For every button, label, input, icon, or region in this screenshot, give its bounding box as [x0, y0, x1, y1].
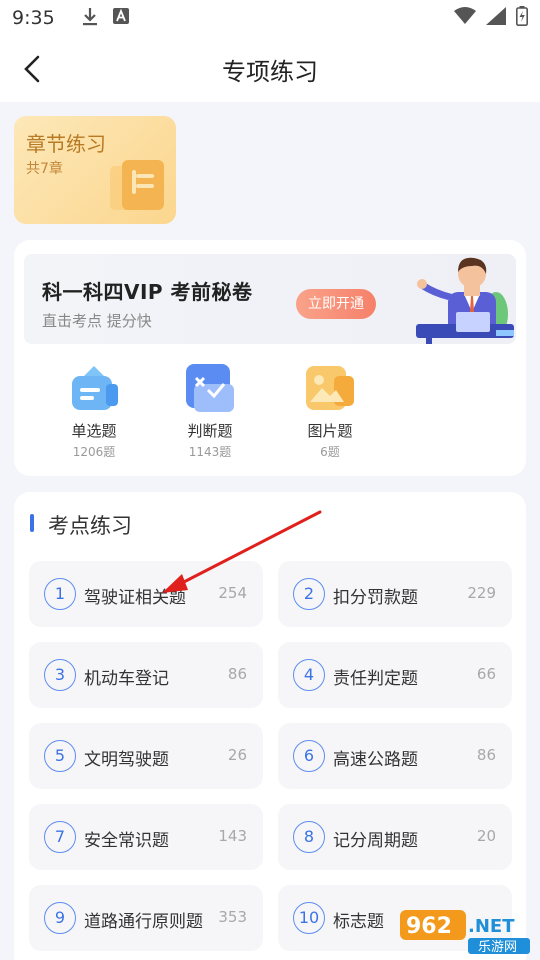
topic-number: 10 [293, 902, 325, 934]
qtype-name: 图片题 [307, 422, 353, 440]
vip-panel: 科一科四VIP 考前秘卷 直击考点 提分快 立即开通 单选题 1206题 判断题… [14, 240, 526, 476]
chapter-title: 章节练习 [26, 132, 106, 156]
topic-item[interactable]: 5 文明驾驶题 26 [29, 723, 263, 789]
topic-number: 4 [293, 659, 325, 691]
topic-count: 86 [227, 665, 247, 683]
topic-name: 安全常识题 [84, 831, 169, 851]
status-bar: 9:35 [0, 0, 540, 36]
battery-icon [516, 6, 528, 30]
topic-item[interactable]: 2 扣分罚款题 229 [278, 561, 512, 627]
topic-name: 高速公路题 [333, 750, 418, 770]
topic-number: 6 [293, 740, 325, 772]
topic-name: 标志题 [333, 912, 384, 932]
section-accent-bar [30, 514, 34, 532]
topic-item[interactable]: 1 驾驶证相关题 254 [29, 561, 263, 627]
qtype-name: 单选题 [71, 422, 117, 440]
page-title: 专项练习 [222, 58, 318, 86]
download-icon [81, 6, 99, 30]
qtype-single-choice[interactable]: 单选题 1206题 [44, 362, 144, 460]
vip-title: 科一科四VIP 考前秘卷 [42, 280, 253, 304]
topic-count: 229 [467, 584, 496, 602]
app-header: 专项练习 [0, 36, 540, 102]
topic-name: 扣分罚款题 [333, 588, 418, 608]
vip-banner[interactable]: 科一科四VIP 考前秘卷 直击考点 提分快 立即开通 [24, 254, 516, 344]
single-choice-icon [68, 362, 120, 414]
qtype-picture[interactable]: 图片题 6题 [280, 362, 380, 460]
topic-item[interactable]: 3 机动车登记 86 [29, 642, 263, 708]
topic-name: 记分周期题 [333, 831, 418, 851]
book-icon [110, 160, 166, 216]
svg-text:.NET: .NET [468, 916, 515, 937]
vip-subtitle: 直击考点 提分快 [42, 312, 152, 330]
topic-name: 驾驶证相关题 [84, 588, 186, 608]
topic-name: 机动车登记 [84, 669, 169, 689]
topic-number: 2 [293, 578, 325, 610]
topic-item[interactable]: 7 安全常识题 143 [29, 804, 263, 870]
svg-text:962: 962 [406, 914, 452, 939]
topic-number: 7 [44, 821, 76, 853]
true-false-icon [184, 362, 236, 414]
topic-count: 143 [218, 827, 247, 845]
topic-item[interactable]: 6 高速公路题 86 [278, 723, 512, 789]
vip-open-button[interactable]: 立即开通 [296, 289, 376, 319]
section-title: 考点练习 [48, 514, 132, 538]
status-time: 9:35 [12, 7, 55, 29]
topic-count: 26 [227, 746, 247, 764]
qtype-count: 6题 [320, 445, 340, 459]
topic-name: 道路通行原则题 [84, 912, 203, 932]
topic-number: 3 [44, 659, 76, 691]
topic-count: 20 [476, 827, 496, 845]
topic-count: 254 [218, 584, 247, 602]
chapter-count: 共7章 [26, 161, 63, 177]
topic-count: 66 [476, 665, 496, 683]
topic-count: 86 [476, 746, 496, 764]
watermark-logo: 962 .NET 乐游网 [398, 906, 536, 956]
question-types: 单选题 1206题 判断题 1143题 图片题 6题 [24, 362, 516, 462]
topic-number: 9 [44, 902, 76, 934]
topic-practice-panel: 考点练习 1 驾驶证相关题 254 2 扣分罚款题 229 3 机动车登记 86… [14, 492, 526, 960]
picture-icon [304, 362, 356, 414]
topic-number: 5 [44, 740, 76, 772]
qtype-true-false[interactable]: 判断题 1143题 [160, 362, 260, 460]
notification-a-icon [112, 8, 129, 28]
topic-item[interactable]: 9 道路通行原则题 353 [29, 885, 263, 951]
signal-icon [486, 7, 506, 29]
chapter-practice-card[interactable]: 章节练习 共7章 [14, 116, 176, 224]
svg-text:乐游网: 乐游网 [478, 940, 517, 955]
qtype-name: 判断题 [187, 422, 233, 440]
qtype-count: 1143题 [188, 445, 232, 459]
topic-name: 责任判定题 [333, 669, 418, 689]
topic-number: 8 [293, 821, 325, 853]
topic-item[interactable]: 4 责任判定题 66 [278, 642, 512, 708]
teacher-illustration [396, 254, 516, 344]
topic-count: 353 [218, 908, 247, 926]
wifi-icon [454, 7, 476, 29]
topic-item[interactable]: 8 记分周期题 20 [278, 804, 512, 870]
qtype-count: 1206题 [72, 445, 116, 459]
topic-name: 文明驾驶题 [84, 750, 169, 770]
topic-number: 1 [44, 578, 76, 610]
